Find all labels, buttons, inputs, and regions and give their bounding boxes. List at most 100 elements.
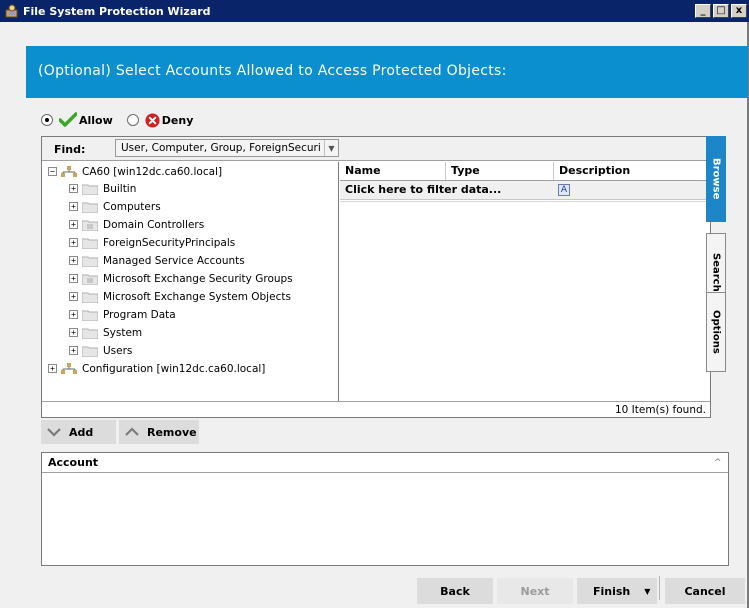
browse-panel: Find: User, Computer, Group, ForeignSecu… [41,136,711,418]
tree-node-managed-service-accounts[interactable]: + Managed Service Accounts [69,252,245,269]
filter-row-text[interactable]: Click here to filter data... [340,181,554,199]
tree-node-foreign-security-principals[interactable]: + ForeignSecurityPrincipals [69,234,235,251]
expand-icon[interactable]: + [69,310,78,319]
tree-node-users[interactable]: + Users [69,342,132,359]
domain-icon [61,362,77,374]
deny-icon [145,112,160,128]
window-title: File System Protection Wizard [23,4,211,18]
finish-button[interactable]: Finish ▼ [577,578,657,604]
tree-node-label: Computers [103,200,161,213]
tree-root-node[interactable]: − CA60 [win12dc.ca60.local] [48,163,222,180]
finish-button-label: Finish [593,584,631,598]
button-separator [659,576,660,600]
folder-icon [82,346,98,357]
tree-node-label: Microsoft Exchange System Objects [103,290,291,303]
cancel-button[interactable]: Cancel [665,578,745,604]
expand-icon[interactable]: + [69,292,78,301]
grid-header: Name Type Description [340,162,710,181]
domain-icon [61,165,77,177]
tree-node-label: Microsoft Exchange Security Groups [103,272,293,285]
next-button[interactable]: Next [497,578,573,604]
wizard-window: (Optional) Select Accounts Allowed to Ac… [0,22,749,608]
tree-node-label: Configuration [win12dc.ca60.local] [82,362,266,375]
tab-options[interactable]: Options [706,292,726,372]
directory-tree: − CA60 [win12dc.ca60.local] + Builtin + … [42,162,339,401]
add-button[interactable]: Add [41,420,116,444]
chevron-down-icon[interactable]: ▼ [644,587,650,596]
folder-icon [82,184,98,195]
tree-node-domain-controllers[interactable]: + Domain Controllers [69,216,204,233]
tree-node-label: Builtin [103,182,137,195]
remove-button-label: Remove [147,425,197,439]
folder-icon [82,292,98,303]
header-band: (Optional) Select Accounts Allowed to Ac… [26,46,748,98]
expand-icon[interactable]: + [69,256,78,265]
tree-node-system[interactable]: + System [69,324,142,341]
results-grid: Name Type Description Click here to filt… [340,162,710,401]
allow-radio[interactable] [41,114,53,126]
find-label: Find: [54,143,86,156]
add-button-label: Add [69,425,94,439]
expand-icon[interactable]: + [69,346,78,355]
remove-button[interactable]: Remove [119,420,199,444]
grid-body [340,201,710,401]
tab-browse-label: Browse [710,158,722,200]
access-mode-group: Allow Deny [41,110,193,130]
tree-node-label: Managed Service Accounts [103,254,245,267]
expand-icon[interactable]: + [69,328,78,337]
tree-node-label: Domain Controllers [103,218,205,231]
expand-icon[interactable]: + [48,364,57,373]
tree-node-label: ForeignSecurityPrincipals [103,236,236,249]
accounts-list: Account ^ [41,452,729,566]
tree-node-configuration[interactable]: + Configuration [win12dc.ca60.local] [48,360,265,377]
tree-node-computers[interactable]: + Computers [69,198,161,215]
accounts-header: Account ^ [42,453,728,473]
folder-icon [82,256,98,267]
find-row: Find: User, Computer, Group, ForeignSecu… [42,137,710,161]
check-icon [59,112,77,127]
tree-node-program-data[interactable]: + Program Data [69,306,176,323]
column-header-name[interactable]: Name [340,162,446,180]
ou-icon [82,220,98,231]
chevron-down-icon[interactable]: ▼ [324,140,338,156]
folder-icon [82,238,98,249]
folder-icon [82,202,98,213]
deny-label[interactable]: Deny [162,114,194,127]
filter-cell[interactable]: A [554,181,710,199]
tree-node-exchange-security-groups[interactable]: + Microsoft Exchange Security Groups [69,270,293,287]
ou-icon [82,274,98,285]
title-bar: File System Protection Wizard _ □ x [0,0,749,22]
chevron-down-icon [47,428,61,437]
tree-node-builtin[interactable]: + Builtin [69,180,136,197]
folder-icon [82,310,98,321]
sort-ascending-icon[interactable]: ^ [714,458,728,468]
find-type-dropdown[interactable]: User, Computer, Group, ForeignSecuri ▼ [115,139,339,157]
column-header-description[interactable]: Description [554,162,710,180]
tab-browse[interactable]: Browse [706,136,726,222]
expand-icon[interactable]: + [69,184,78,193]
expand-icon[interactable]: + [69,202,78,211]
tree-node-exchange-system-objects[interactable]: + Microsoft Exchange System Objects [69,288,291,305]
allow-label[interactable]: Allow [79,114,113,127]
filter-row[interactable]: Click here to filter data... A [340,181,710,200]
collapse-icon[interactable]: − [48,167,57,176]
expand-icon[interactable]: + [69,220,78,229]
expand-icon[interactable]: + [69,238,78,247]
folder-icon [82,328,98,339]
page-title: (Optional) Select Accounts Allowed to Ac… [38,63,507,79]
back-button[interactable]: Back [417,578,493,604]
tree-node-label: Program Data [103,308,176,321]
column-header-account[interactable]: Account [42,456,714,469]
chevron-up-icon [125,427,139,436]
maximize-button[interactable]: □ [713,4,729,18]
column-header-type[interactable]: Type [446,162,554,180]
wizard-app-icon [5,4,18,18]
tree-node-label: System [103,326,143,339]
tab-search-label: Search [710,252,722,292]
deny-radio[interactable] [126,114,139,126]
close-button[interactable]: x [731,4,747,18]
minimize-button[interactable]: _ [695,4,711,18]
items-found-count: 10 Item(s) found. [614,404,706,416]
expand-icon[interactable]: + [69,274,78,283]
filter-text-icon[interactable]: A [558,184,570,196]
